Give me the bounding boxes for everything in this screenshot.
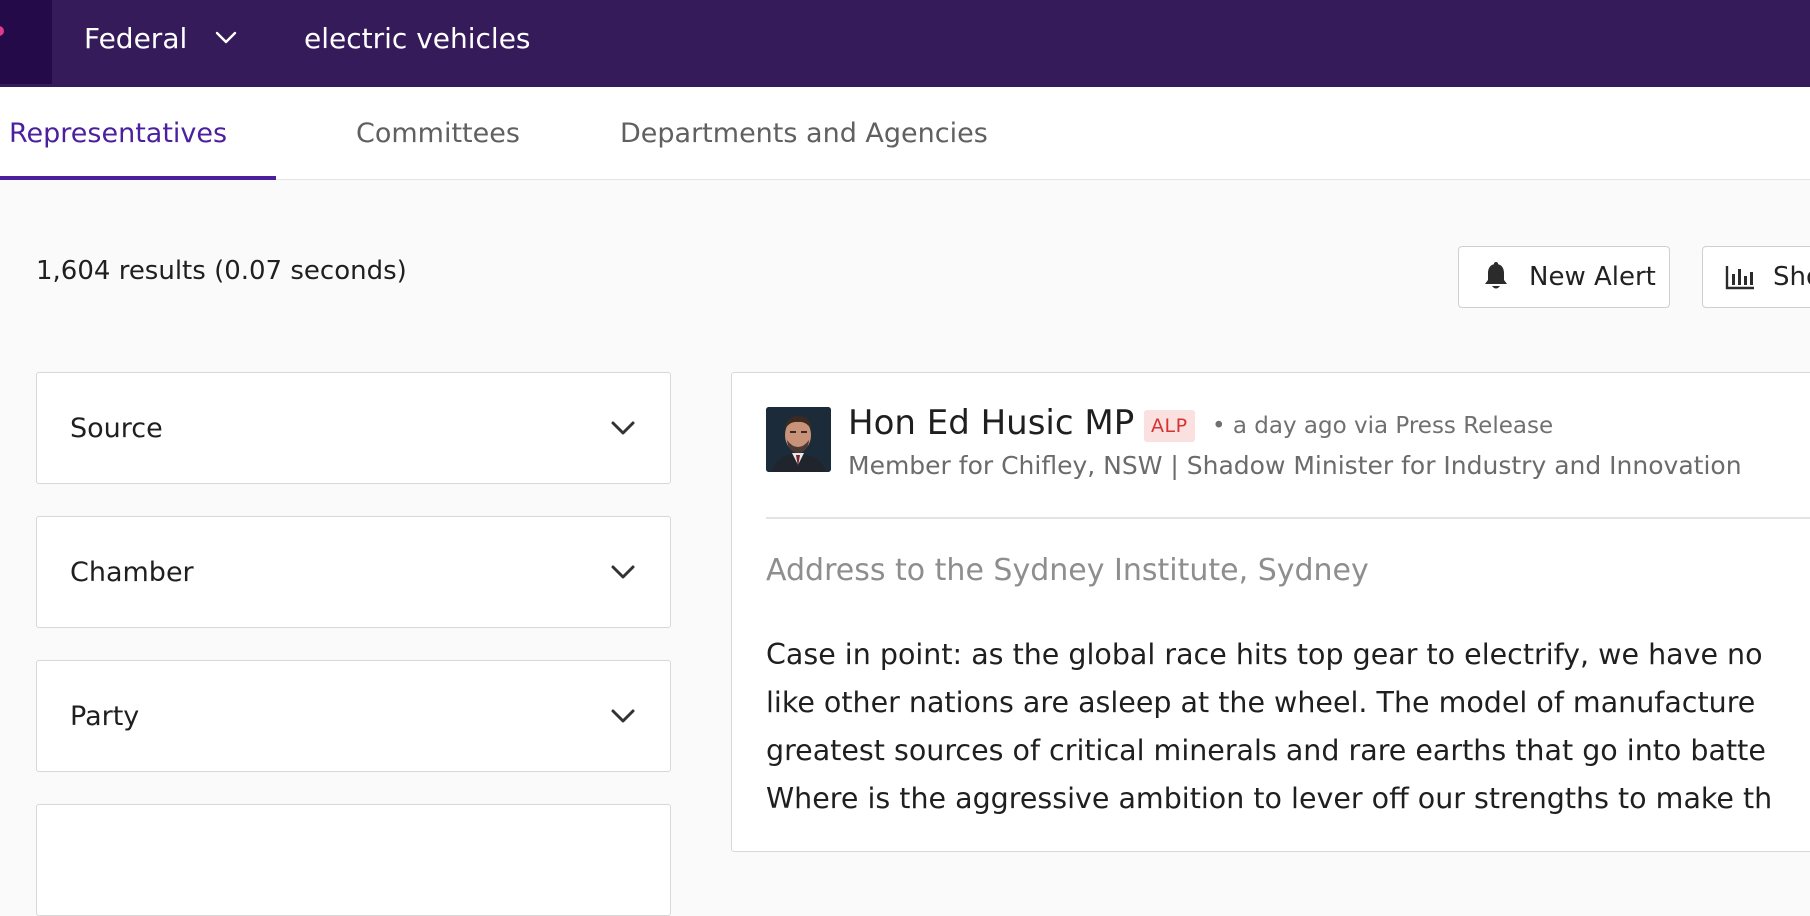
divider — [766, 517, 1810, 519]
app-logo-icon[interactable] — [0, 0, 52, 84]
show-chart-label: Sho — [1773, 262, 1810, 292]
chevron-down-icon — [216, 31, 237, 44]
portrait-image — [766, 407, 831, 472]
bell-icon — [1485, 262, 1507, 289]
bar-chart-icon — [1725, 266, 1754, 290]
excerpt-line: greatest sources of critical minerals an… — [766, 734, 1766, 767]
chevron-down-icon — [611, 421, 635, 435]
filter-source[interactable]: Source — [36, 372, 671, 484]
chevron-down-icon — [611, 709, 635, 723]
filter-chamber[interactable]: Chamber — [36, 516, 671, 628]
filter-party[interactable]: Party — [36, 660, 671, 772]
filter-label: Party — [70, 700, 140, 732]
result-meta: • a day ago via Press Release — [1212, 413, 1554, 439]
jurisdiction-selector[interactable]: Federal — [84, 0, 237, 76]
result-card[interactable]: Hon Ed Husic MP ALP • a day ago via Pres… — [731, 372, 1810, 852]
tab-departments-and-agencies[interactable]: Departments and Agencies — [620, 87, 988, 180]
tab-representatives[interactable]: Representatives — [9, 87, 227, 180]
result-excerpt: Case in point: as the global race hits t… — [766, 631, 1810, 823]
tab-bar: Representatives Committees Departments a… — [0, 87, 1810, 180]
filter-label: Source — [70, 412, 163, 444]
filter-next[interactable] — [36, 804, 671, 916]
tab-committees[interactable]: Committees — [356, 87, 520, 180]
top-bar: Federal electric vehicles — [0, 0, 1810, 87]
search-input[interactable]: electric vehicles — [304, 0, 531, 76]
avatar[interactable] — [766, 407, 831, 472]
excerpt-line: Where is the aggressive ambition to leve… — [766, 782, 1773, 815]
filter-label: Chamber — [70, 556, 194, 588]
party-badge: ALP — [1144, 410, 1195, 442]
active-tab-indicator — [0, 176, 276, 180]
representative-role: Member for Chifley, NSW | Shadow Ministe… — [848, 451, 1742, 480]
representative-name[interactable]: Hon Ed Husic MP — [848, 403, 1134, 443]
results-count: 1,604 results (0.07 seconds) — [36, 256, 407, 286]
show-chart-button[interactable]: Sho — [1702, 246, 1810, 308]
jurisdiction-label: Federal — [84, 21, 188, 55]
logo-mark — [0, 26, 4, 36]
result-title[interactable]: Address to the Sydney Institute, Sydney — [766, 553, 1369, 588]
new-alert-button[interactable]: New Alert — [1458, 246, 1670, 308]
new-alert-label: New Alert — [1529, 262, 1656, 292]
excerpt-line: like other nations are asleep at the whe… — [766, 686, 1756, 719]
chevron-down-icon — [611, 565, 635, 579]
excerpt-line: Case in point: as the global race hits t… — [766, 638, 1763, 671]
